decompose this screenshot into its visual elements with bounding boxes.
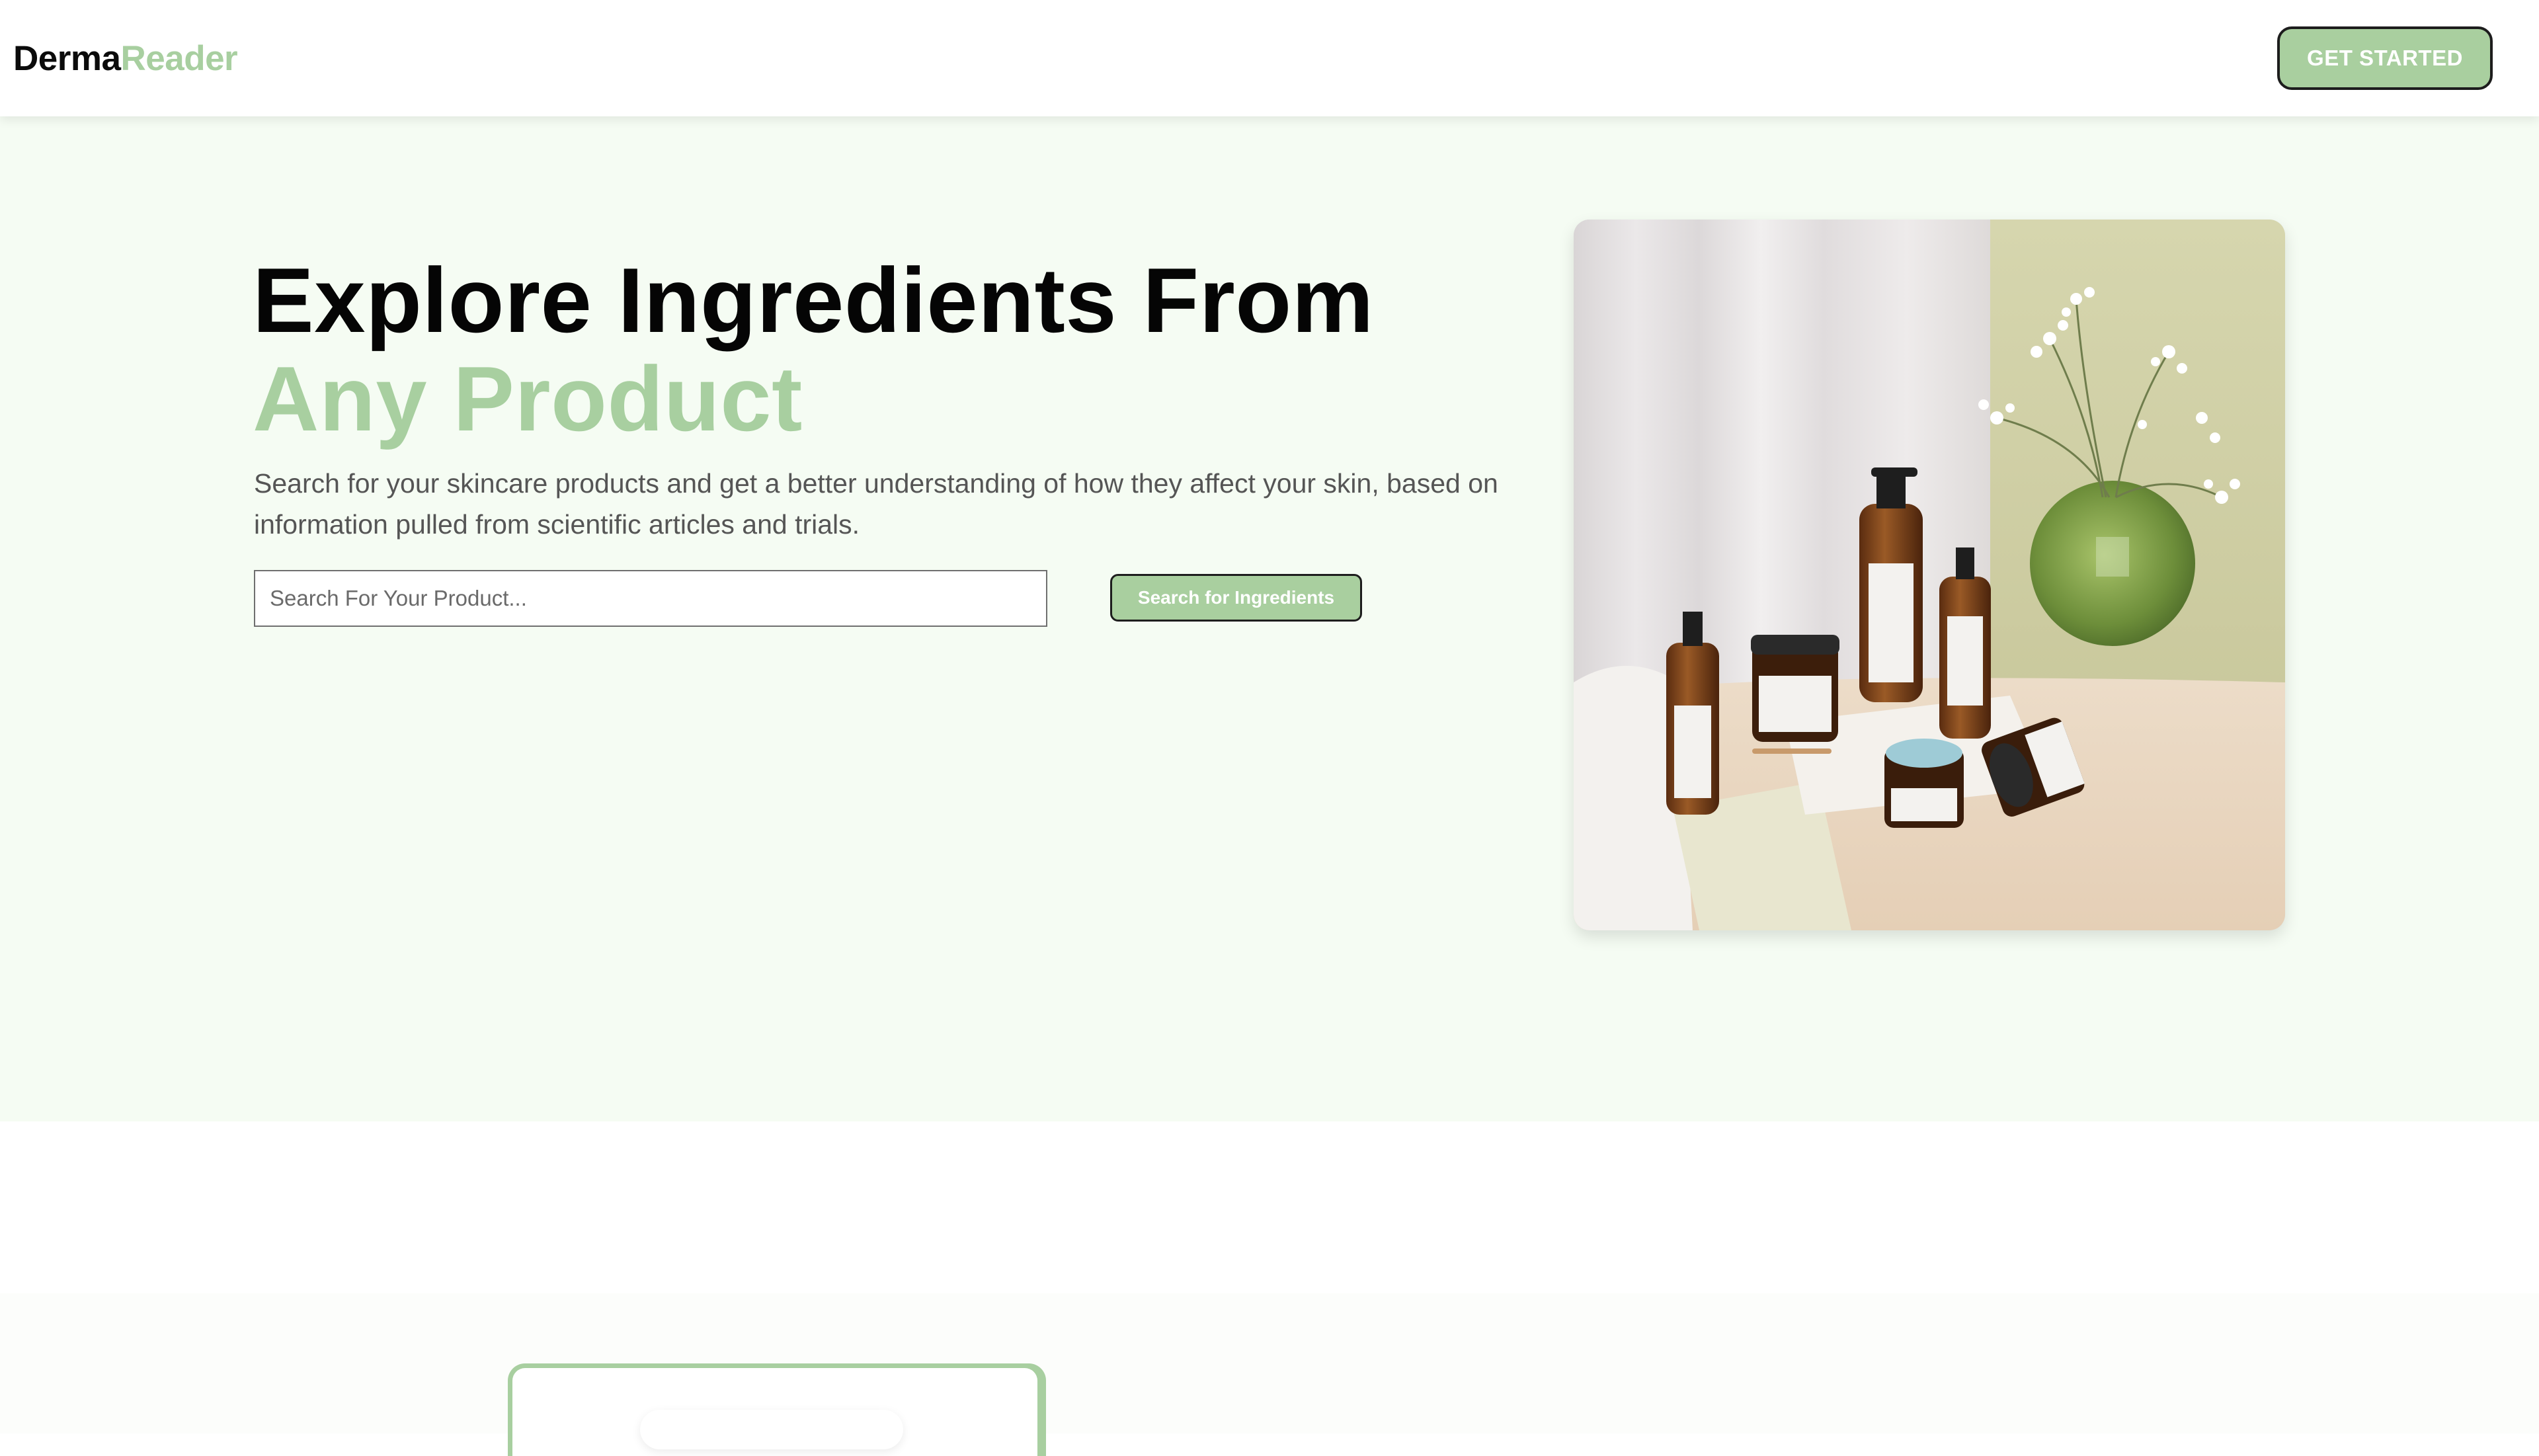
- brand-name-part1: Derma: [13, 39, 121, 78]
- brand-logo[interactable]: DermaReader: [13, 38, 238, 79]
- hero-title-main: Explore Ingredients From: [253, 249, 1374, 352]
- search-ingredients-button[interactable]: Search for Ingredients: [1110, 574, 1362, 622]
- brand-name-part2: Reader: [120, 39, 238, 78]
- product-search-input[interactable]: [254, 570, 1047, 627]
- feature-card-pill: [640, 1410, 903, 1449]
- get-started-button[interactable]: GET STARTED: [2277, 26, 2493, 90]
- hero-subtitle: Search for your skincare products and ge…: [254, 468, 1498, 540]
- skincare-products-image: [1574, 220, 2285, 930]
- navbar: DermaReader GET STARTED: [0, 0, 2539, 116]
- hero-title: Explore Ingredients From Any Product: [253, 251, 1542, 448]
- hero-title-accent: Any Product: [253, 348, 803, 450]
- features-band: [0, 1293, 2539, 1434]
